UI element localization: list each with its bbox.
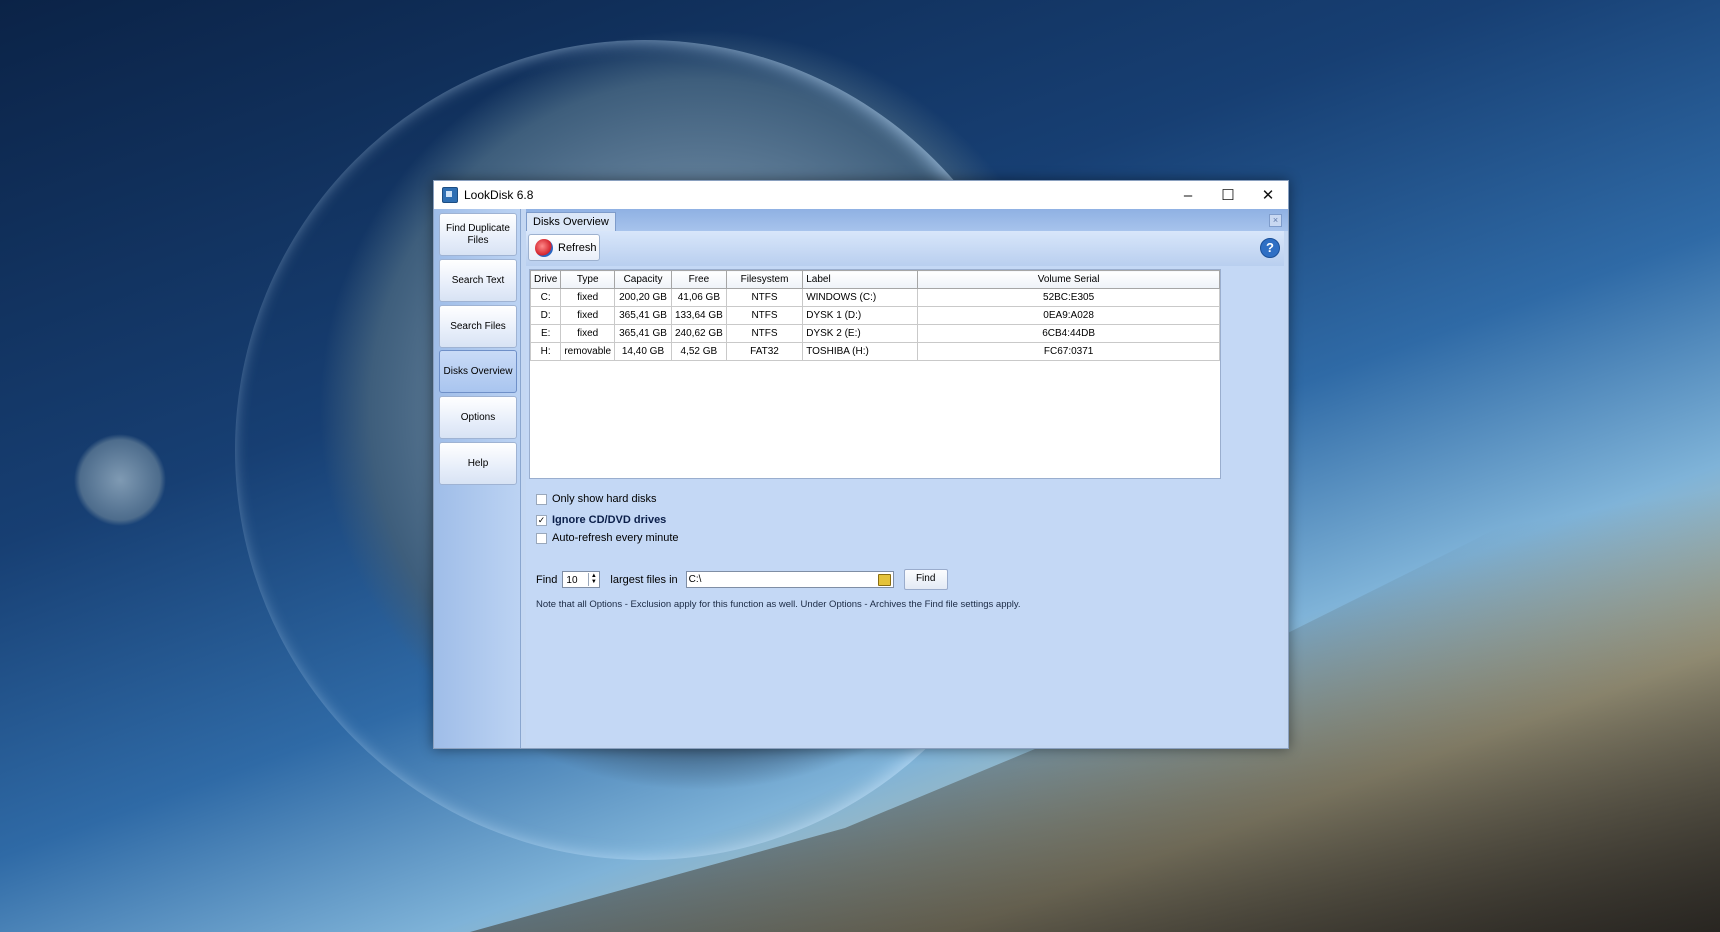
column-header-drive[interactable]: Drive <box>530 270 562 289</box>
minimize-icon: – <box>1183 186 1193 204</box>
cell-drive: H: <box>530 342 562 361</box>
sidebar-item-find-duplicate-files[interactable]: Find Duplicate Files <box>439 213 517 256</box>
cell-label: DYSK 1 (D:) <box>802 306 919 325</box>
cell-filesystem: NTFS <box>725 288 804 307</box>
cell-type: fixed <box>560 324 616 343</box>
cell-filesystem: NTFS <box>725 324 804 343</box>
sidebar-item-help[interactable]: Help <box>439 442 517 485</box>
ignore-cd-checkbox[interactable]: ✓ <box>536 514 547 526</box>
folder-icon[interactable] <box>877 574 891 586</box>
table-row[interactable]: D: fixed 365,41 GB 133,64 GB NTFS DYSK 1… <box>530 306 1220 325</box>
cell-type: fixed <box>560 306 616 325</box>
only-hard-disks-checkbox[interactable] <box>536 493 547 505</box>
cell-free: 41,06 GB <box>670 288 727 307</box>
maximize-button[interactable]: ☐ <box>1208 181 1248 209</box>
column-header-volume-serial[interactable]: Volume Serial <box>917 270 1220 289</box>
app-window: LookDisk 6.8 – ☐ ✕ Find Duplicate Files … <box>433 180 1289 749</box>
only-hard-disks-label: Only show hard disks <box>552 493 657 505</box>
refresh-icon <box>535 238 553 257</box>
column-header-type[interactable]: Type <box>560 270 616 289</box>
table-row[interactable]: E: fixed 365,41 GB 240,62 GB NTFS DYSK 2… <box>530 324 1220 343</box>
cell-free: 4,52 GB <box>670 342 727 361</box>
window-title: LookDisk 6.8 <box>464 188 534 202</box>
find-button[interactable]: Find <box>903 569 948 590</box>
auto-refresh-label: Auto-refresh every minute <box>552 532 679 544</box>
cell-filesystem: NTFS <box>725 306 804 325</box>
auto-refresh-option[interactable]: Auto-refresh every minute <box>536 532 679 544</box>
app-icon <box>442 187 458 203</box>
sidebar-item-options[interactable]: Options <box>439 396 517 439</box>
toolbar: Refresh ? <box>526 231 1284 266</box>
cell-capacity: 365,41 GB <box>614 306 672 325</box>
refresh-label: Refresh <box>558 241 597 254</box>
cell-volume-serial: 0EA9:A028 <box>917 306 1220 325</box>
refresh-button[interactable]: Refresh <box>528 234 600 261</box>
cell-label: DYSK 2 (E:) <box>802 324 919 343</box>
maximize-icon: ☐ <box>1221 187 1235 204</box>
cell-label: TOSHIBA (H:) <box>802 342 919 361</box>
cell-drive: E: <box>530 324 562 343</box>
tab-strip: Disks Overview × <box>526 209 1288 232</box>
cell-capacity: 200,20 GB <box>614 288 672 307</box>
ignore-cd-option[interactable]: ✓ Ignore CD/DVD drives <box>536 514 666 526</box>
close-icon: ✕ <box>1261 187 1275 204</box>
cell-volume-serial: FC67:0371 <box>917 342 1220 361</box>
title-bar: LookDisk 6.8 – ☐ ✕ <box>434 181 1288 209</box>
cell-label: WINDOWS (C:) <box>802 288 919 307</box>
tab-close-icon[interactable]: × <box>1269 214 1282 227</box>
cell-filesystem: FAT32 <box>725 342 804 361</box>
sidebar-item-disks-overview[interactable]: Disks Overview <box>439 350 517 393</box>
help-icon[interactable]: ? <box>1260 238 1280 258</box>
sidebar-item-search-files[interactable]: Search Files <box>439 305 517 348</box>
auto-refresh-checkbox[interactable] <box>536 532 547 544</box>
cell-volume-serial: 52BC:E305 <box>917 288 1220 307</box>
close-button[interactable]: ✕ <box>1248 181 1288 209</box>
table-row[interactable]: C: fixed 200,20 GB 41,06 GB NTFS WINDOWS… <box>530 288 1220 307</box>
table-row[interactable]: H: removable 14,40 GB 4,52 GB FAT32 TOSH… <box>530 342 1220 361</box>
only-hard-disks-option[interactable]: Only show hard disks <box>536 493 657 505</box>
tab-disks-overview[interactable]: Disks Overview <box>526 212 616 232</box>
path-value: C:\ <box>688 574 702 585</box>
disks-table[interactable]: Drive Type Capacity Free Filesystem Labe… <box>529 269 1221 479</box>
stepper-arrows-icon[interactable]: ▲ ▼ <box>588 573 598 586</box>
sidebar: Find Duplicate Files Search Text Search … <box>434 209 521 748</box>
count-stepper[interactable]: 10 ▲ ▼ <box>562 571 601 588</box>
minimize-button[interactable]: – <box>1168 181 1208 209</box>
cell-drive: D: <box>530 306 562 325</box>
cell-capacity: 365,41 GB <box>614 324 672 343</box>
cell-type: fixed <box>560 288 616 307</box>
column-header-label[interactable]: Label <box>802 270 919 289</box>
find-label: Find <box>536 573 558 586</box>
cell-type: removable <box>560 342 616 361</box>
column-header-capacity[interactable]: Capacity <box>614 270 672 289</box>
cell-drive: C: <box>530 288 562 307</box>
cell-volume-serial: 6CB4:44DB <box>917 324 1220 343</box>
column-header-free[interactable]: Free <box>670 270 727 289</box>
main-panel: Refresh ? Drive Type Capacity Free Files… <box>526 231 1284 745</box>
cell-capacity: 14,40 GB <box>614 342 672 361</box>
cell-free: 240,62 GB <box>670 324 727 343</box>
find-largest-row: Find 10 ▲ ▼ largest files in C:\ Find <box>536 569 948 590</box>
path-input[interactable]: C:\ <box>685 571 894 588</box>
cell-free: 133,64 GB <box>670 306 727 325</box>
note-text: Note that all Options - Exclusion apply … <box>536 599 1021 610</box>
largest-files-label: largest files in <box>610 573 678 586</box>
ignore-cd-label: Ignore CD/DVD drives <box>552 514 667 526</box>
sidebar-item-search-text[interactable]: Search Text <box>439 259 517 302</box>
count-value: 10 <box>566 575 578 586</box>
table-header-row: Drive Type Capacity Free Filesystem Labe… <box>530 270 1220 289</box>
column-header-filesystem[interactable]: Filesystem <box>725 270 804 289</box>
